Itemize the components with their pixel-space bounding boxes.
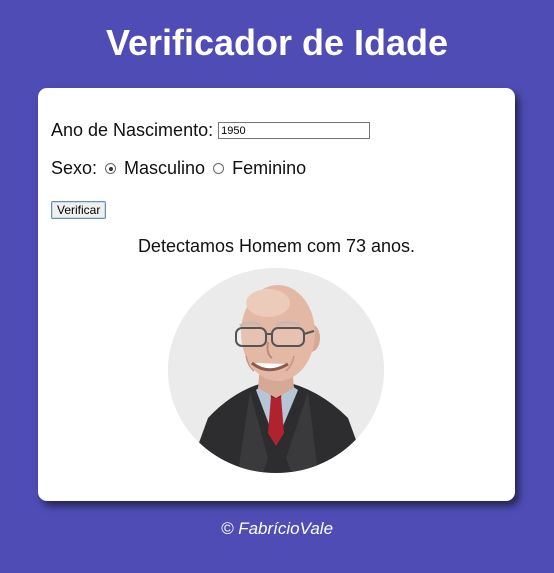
result-text: Detectamos Homem com 73 anos. [137,236,416,256]
verification-card: Ano de Nascimento: Sexo: Masculino Femin… [38,88,515,501]
elderly-man-photo [168,268,384,473]
radio-masculino[interactable] [105,163,117,174]
birth-year-input[interactable] [218,122,371,139]
radio-masculino-label[interactable]: Masculino [124,158,205,179]
radio-feminino[interactable] [213,163,225,174]
verify-button[interactable]: Verificar [51,201,107,219]
sex-label: Sexo: [51,158,98,178]
radio-feminino-label[interactable]: Feminino [232,158,306,179]
birth-year-row: Ano de Nascimento: [51,120,371,141]
birth-year-label: Ano de Nascimento: [51,120,214,140]
footer-copyright: © FabrícioVale [220,519,334,538]
sex-row: Sexo: Masculino Feminino [51,158,314,179]
elderly-man-illustration [168,268,384,473]
page-title: Verificador de Idade [105,22,449,63]
